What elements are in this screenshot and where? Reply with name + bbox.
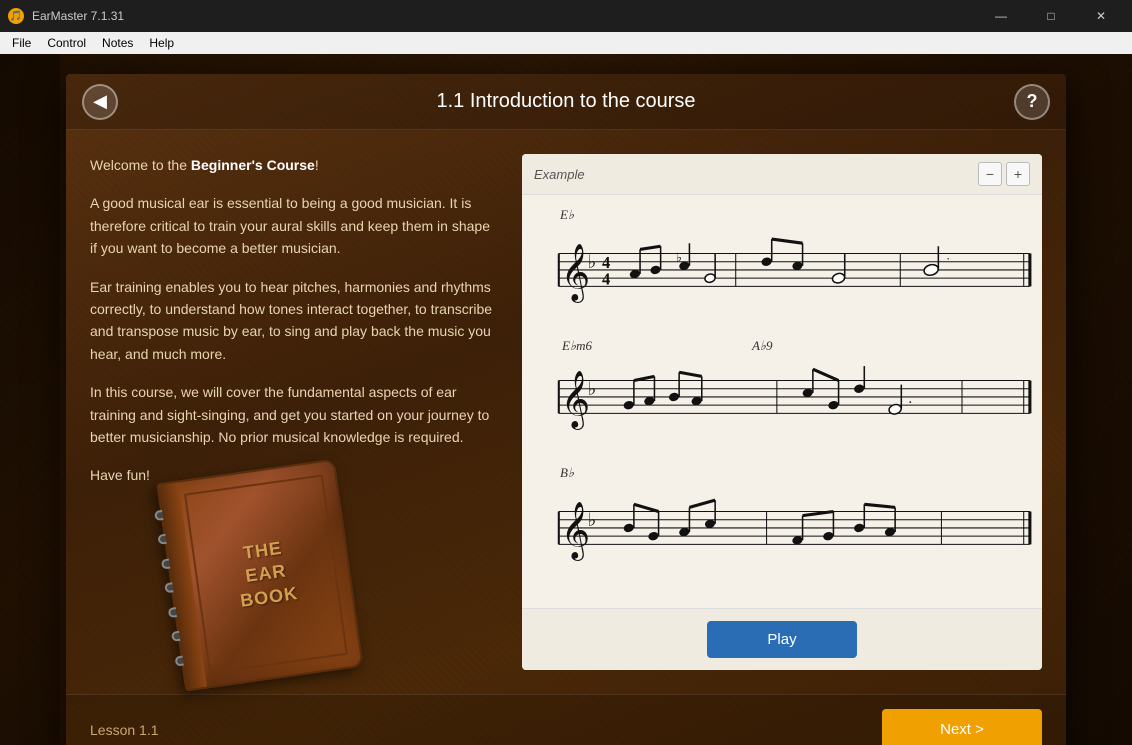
window-controls[interactable]: — □ ✕ (978, 0, 1124, 32)
help-icon: ? (1027, 91, 1038, 112)
modal-title: 1.1 Introduction to the course (436, 90, 695, 113)
staff-label-row-2: E♭m6 A♭9 (530, 338, 1034, 354)
zoom-out-button[interactable]: − (978, 162, 1002, 186)
svg-text:.: . (909, 391, 913, 407)
back-button[interactable]: ◀ (82, 84, 118, 120)
modal-dialog: ◀ 1.1 Introduction to the course ? Welco… (66, 74, 1066, 745)
staff-label-2b: A♭9 (752, 338, 773, 354)
app-logo: 🎵 (8, 8, 24, 24)
notation-header: Example − + (522, 154, 1042, 195)
zoom-in-button[interactable]: + (1006, 162, 1030, 186)
modal-footer: Lesson 1.1 Next > (66, 694, 1066, 745)
play-button[interactable]: Play (707, 621, 856, 658)
titlebar-left: 🎵 EarMaster 7.1.31 (8, 8, 124, 24)
svg-text:♭: ♭ (588, 511, 597, 531)
menu-help[interactable]: Help (141, 34, 182, 52)
menu-file[interactable]: File (4, 34, 39, 52)
modal-overlay: ◀ 1.1 Introduction to the course ? Welco… (0, 54, 1132, 745)
titlebar: 🎵 EarMaster 7.1.31 — □ ✕ (0, 0, 1132, 32)
course-name: Beginner's Course (191, 157, 315, 173)
book-inner: THE EAR BOOK (184, 474, 348, 674)
modal-body: Welcome to the Beginner's Course! A good… (66, 130, 1066, 694)
maximize-button[interactable]: □ (1028, 0, 1074, 32)
book-shape: THE EAR BOOK (156, 458, 363, 691)
app-title: EarMaster 7.1.31 (32, 9, 124, 23)
intro-prefix: Welcome to the (90, 157, 191, 173)
staff-svg-3: 𝄞 ♭ (530, 485, 1034, 575)
menu-control[interactable]: Control (39, 34, 94, 52)
play-button-container: Play (522, 608, 1042, 670)
staff-section-3: B♭ 𝄞 ♭ (530, 465, 1034, 580)
minimize-button[interactable]: — (978, 0, 1024, 32)
staff-label-2a: E♭m6 (562, 338, 592, 354)
svg-text:𝄞: 𝄞 (561, 502, 590, 560)
paragraph-ear-training: Ear training enables you to hear pitches… (90, 276, 498, 366)
staff-svg-2: 𝄞 ♭ (530, 354, 1034, 444)
svg-text:𝄞: 𝄞 (561, 244, 590, 302)
svg-text:.: . (947, 249, 950, 263)
svg-text:♭: ♭ (676, 251, 682, 265)
notation-title: Example (534, 167, 585, 182)
svg-text:♭: ♭ (588, 253, 597, 273)
notation-panel: Example − + E♭ (522, 154, 1042, 670)
menu-notes[interactable]: Notes (94, 34, 141, 52)
back-icon: ◀ (93, 91, 107, 112)
modal-header: ◀ 1.1 Introduction to the course ? (66, 74, 1066, 130)
intro-paragraph: Welcome to the Beginner's Course! (90, 154, 498, 176)
staff-section-1: E♭ (530, 207, 1034, 322)
svg-text:4: 4 (602, 269, 610, 288)
staff-section-2: E♭m6 A♭9 (530, 338, 1034, 449)
close-button[interactable]: ✕ (1078, 0, 1124, 32)
svg-text:♭: ♭ (588, 380, 597, 400)
book-illustration: THE EAR BOOK (170, 470, 370, 690)
paragraph-ear-essential: A good musical ear is essential to being… (90, 192, 498, 259)
staff-svg-1: 𝄞 ♭ 4 4 (530, 227, 1034, 317)
menubar: File Control Notes Help (0, 32, 1132, 54)
intro-suffix: ! (315, 157, 319, 173)
app-background: ◀ 1.1 Introduction to the course ? Welco… (0, 54, 1132, 745)
help-button[interactable]: ? (1014, 84, 1050, 120)
logo-char: 🎵 (10, 11, 22, 22)
staff-label-1: E♭ (560, 207, 1034, 223)
lesson-label: Lesson 1.1 (90, 722, 159, 738)
staff-label-3: B♭ (560, 465, 1034, 481)
notation-controls: − + (978, 162, 1030, 186)
svg-text:𝄞: 𝄞 (561, 371, 590, 429)
paragraph-course-cover: In this course, we will cover the fundam… (90, 381, 498, 448)
next-button[interactable]: Next > (882, 709, 1042, 745)
modal-text-content: Welcome to the Beginner's Course! A good… (90, 154, 498, 670)
notation-scroll[interactable]: E♭ (522, 195, 1042, 608)
